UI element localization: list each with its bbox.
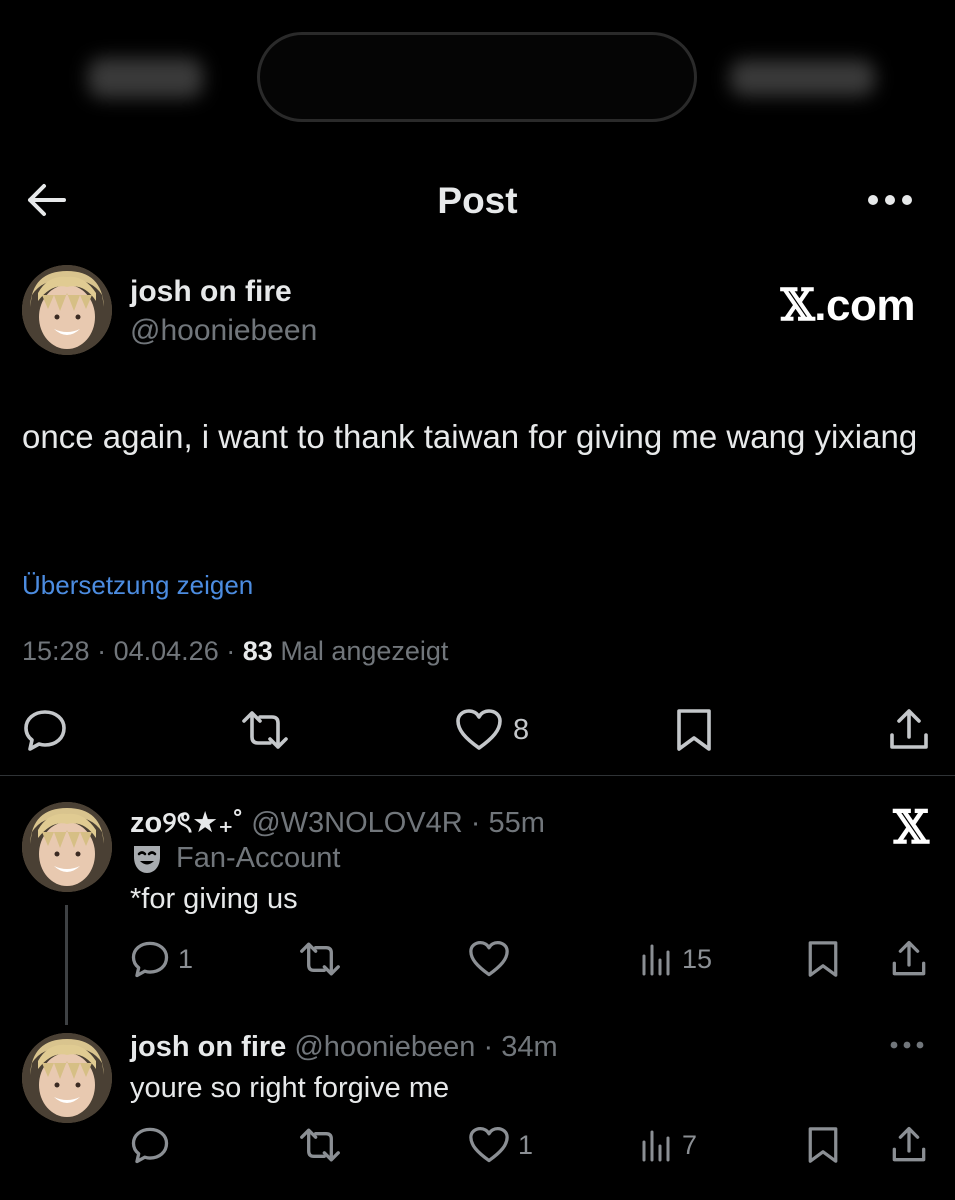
avatar[interactable] (22, 265, 112, 355)
reply-age: 55m (488, 807, 545, 839)
reply-button[interactable]: 1 (130, 934, 193, 984)
speech-bubble-icon (24, 710, 66, 751)
reply-author-handle[interactable]: @W3NOLOV4R (251, 807, 463, 839)
post-time: 15:28 (22, 636, 90, 666)
watermark-suffix: .com (814, 281, 915, 330)
views-count: 83 (242, 636, 273, 666)
like-count: 8 (513, 713, 530, 746)
more-horizontal-icon (868, 195, 912, 205)
meta-separator: · (226, 636, 236, 666)
bookmark-icon (808, 941, 838, 977)
reply-button[interactable] (130, 1120, 178, 1170)
repost-icon (300, 1128, 340, 1162)
more-horizontal-icon (890, 1041, 924, 1049)
status-bar (0, 0, 955, 150)
avatar[interactable] (22, 802, 112, 892)
heart-icon (469, 940, 509, 977)
bookmark-icon (808, 1127, 838, 1163)
meta-separator: · (97, 636, 107, 666)
speech-bubble-icon (131, 1127, 169, 1164)
reply-action-bar: 1 15 (0, 934, 955, 984)
post-date: 04.04.26 (113, 636, 219, 666)
views-count: 15 (682, 943, 713, 974)
post-header: Post (0, 168, 955, 232)
post-text: once again, i want to thank taiwan for g… (22, 418, 918, 455)
reply-age: 34m (501, 1031, 558, 1063)
repost-icon (242, 711, 288, 749)
avatar-image (22, 802, 112, 892)
reply-author-name[interactable]: zo୨ৎ★₊˚ (130, 807, 243, 839)
bar-chart-icon (642, 1130, 670, 1162)
author-handle[interactable]: @hooniebeen (130, 314, 317, 348)
reply-more-button[interactable] (887, 1030, 927, 1060)
post-meta: 15:28 · 04.04.26 · 83 Mal angezeigt (22, 636, 448, 667)
views-button[interactable]: 15 (640, 934, 712, 984)
status-icons-blurred (730, 60, 875, 96)
post-action-bar: 8 (0, 700, 955, 760)
like-button[interactable] (468, 934, 518, 984)
show-translation-link[interactable]: Übersetzung zeigen (22, 570, 253, 601)
share-button[interactable] (890, 934, 928, 984)
divider (0, 775, 955, 776)
meta-separator: · (483, 1031, 494, 1063)
watermark: 𝕏.com (780, 280, 916, 331)
theater-mask-icon (134, 845, 160, 873)
repost-button[interactable] (298, 934, 342, 984)
views-count: 7 (682, 1129, 698, 1160)
bookmark-icon (677, 709, 711, 751)
meta-separator: · (470, 807, 481, 839)
reply-button[interactable] (22, 700, 68, 760)
reply-count: 1 (178, 943, 194, 974)
like-count: 1 (518, 1129, 534, 1160)
share-button[interactable] (890, 1120, 928, 1170)
x-logo-icon[interactable]: 𝕏 (893, 800, 929, 854)
bookmark-button[interactable] (806, 1120, 840, 1170)
share-icon (892, 940, 926, 976)
share-icon (890, 709, 928, 749)
x-logo-icon: 𝕏 (780, 280, 815, 331)
repost-button[interactable] (298, 1120, 342, 1170)
heart-icon (469, 1126, 509, 1163)
reply-header: josh on fire @hooniebeen · 34m (130, 1031, 558, 1064)
views-button[interactable]: 7 (640, 1120, 697, 1170)
reply-text: youre so right forgive me (130, 1072, 450, 1104)
views-label[interactable]: Mal angezeigt (280, 636, 448, 666)
avatar-image (22, 265, 112, 355)
repost-button[interactable] (240, 700, 290, 760)
bookmark-button[interactable] (806, 934, 840, 984)
fan-account-badge: Fan-Account (130, 842, 340, 875)
share-icon (892, 1126, 926, 1162)
like-button[interactable]: 1 (468, 1120, 533, 1170)
reply-author-handle[interactable]: @hooniebeen (294, 1031, 475, 1063)
reply-author-name[interactable]: josh on fire (130, 1031, 286, 1063)
author-name[interactable]: josh on fire (130, 275, 292, 309)
avatar-image (22, 1033, 112, 1123)
reply-text: *for giving us (130, 883, 298, 915)
heart-icon (456, 709, 502, 750)
dynamic-island (257, 32, 697, 122)
repost-icon (300, 942, 340, 976)
like-button[interactable]: 8 (455, 700, 529, 760)
bookmark-button[interactable] (674, 700, 714, 760)
avatar[interactable] (22, 1033, 112, 1123)
more-options-button[interactable] (865, 182, 915, 218)
share-button[interactable] (887, 700, 931, 760)
reply-action-bar: 1 7 (0, 1120, 955, 1170)
status-time-blurred (88, 58, 203, 98)
page-title: Post (437, 180, 518, 221)
badge-label: Fan-Account (176, 842, 341, 874)
bar-chart-icon (642, 944, 670, 976)
speech-bubble-icon (131, 941, 169, 978)
